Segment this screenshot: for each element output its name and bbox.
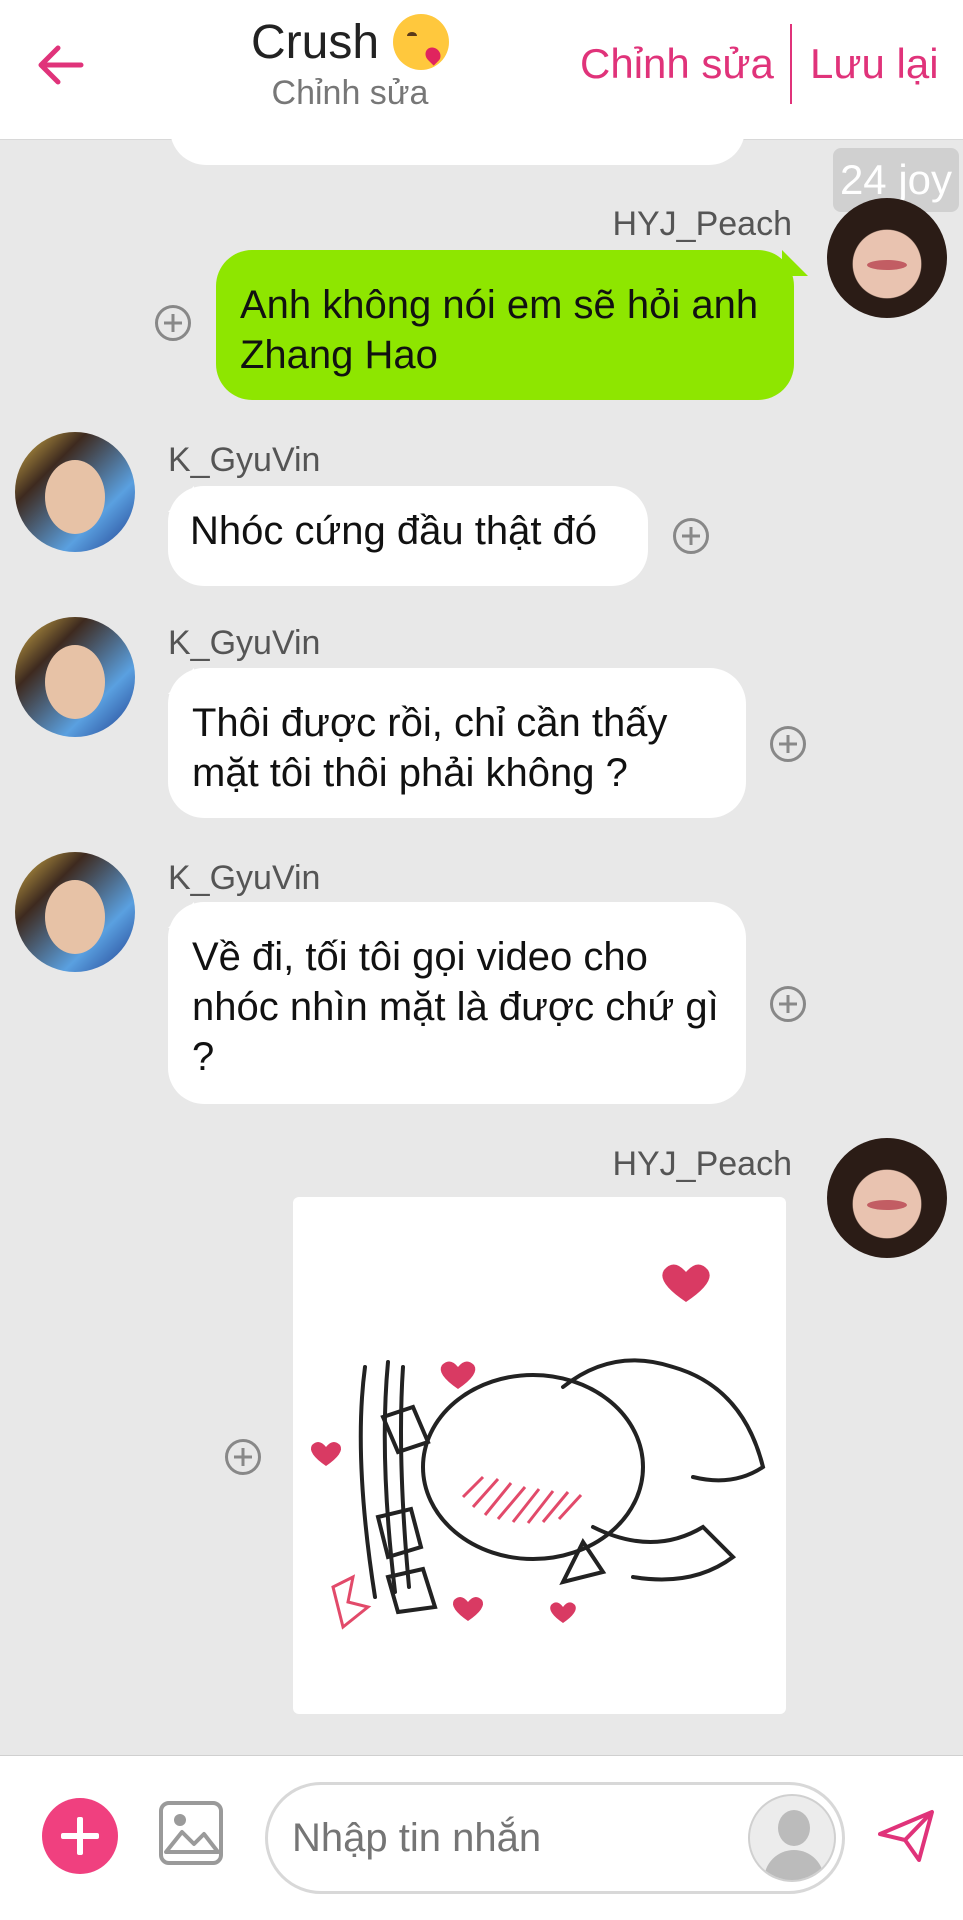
previous-message-bubble — [170, 120, 745, 165]
chat-title: Crush — [200, 14, 500, 70]
chat-subtitle: Chỉnh sửa — [271, 74, 429, 112]
chat-title-text: Crush — [250, 15, 380, 69]
send-paper-plane-icon[interactable] — [875, 1804, 937, 1866]
chat-title-block: Crush Chỉnh sửa — [200, 14, 500, 113]
back-arrow-icon[interactable] — [30, 30, 90, 100]
add-reaction-plus-icon[interactable] — [225, 1439, 261, 1475]
avatar-k-gyuvin[interactable] — [15, 617, 135, 737]
sender-name: K_GyuVin — [168, 624, 321, 662]
avatar-k-gyuvin[interactable] — [15, 852, 135, 972]
header-divider — [790, 24, 792, 104]
avatar-hyj-peach[interactable] — [827, 198, 947, 318]
sender-name: HYJ_Peach — [612, 205, 792, 243]
sender-name: K_GyuVin — [168, 441, 321, 479]
add-attachment-plus-icon[interactable] — [42, 1798, 118, 1874]
message-bubble-incoming[interactable]: Nhóc cứng đầu thật đó — [168, 486, 648, 586]
image-picker-icon[interactable] — [158, 1800, 224, 1866]
sender-name: HYJ_Peach — [612, 1145, 792, 1183]
bowing-blushing-cartoon-sticker[interactable] — [293, 1197, 786, 1714]
message-bubble-incoming[interactable]: Về đi, tối tôi gọi video cho nhóc nhìn m… — [168, 902, 746, 1104]
sender-avatar-placeholder-icon[interactable] — [748, 1794, 836, 1882]
add-reaction-plus-icon[interactable] — [770, 726, 806, 762]
chat-header: Crush Chỉnh sửa Chỉnh sửa Lưu lại — [0, 0, 963, 140]
face-blowing-kiss-emoji-icon — [393, 14, 450, 70]
add-reaction-plus-icon[interactable] — [155, 305, 191, 341]
save-button[interactable]: Lưu lại — [810, 40, 939, 88]
message-bubble-incoming[interactable]: Thôi được rồi, chỉ cần thấy mặt tôi thôi… — [168, 668, 746, 818]
message-bubble-outgoing[interactable]: Anh không nói em sẽ hỏi anh Zhang Hao — [216, 250, 794, 400]
add-reaction-plus-icon[interactable] — [770, 986, 806, 1022]
add-reaction-plus-icon[interactable] — [673, 518, 709, 554]
edit-button[interactable]: Chỉnh sửa — [580, 40, 774, 88]
avatar-k-gyuvin[interactable] — [15, 432, 135, 552]
avatar-hyj-peach[interactable] — [827, 1138, 947, 1258]
message-composer — [0, 1755, 963, 1920]
sender-name: K_GyuVin — [168, 859, 321, 897]
